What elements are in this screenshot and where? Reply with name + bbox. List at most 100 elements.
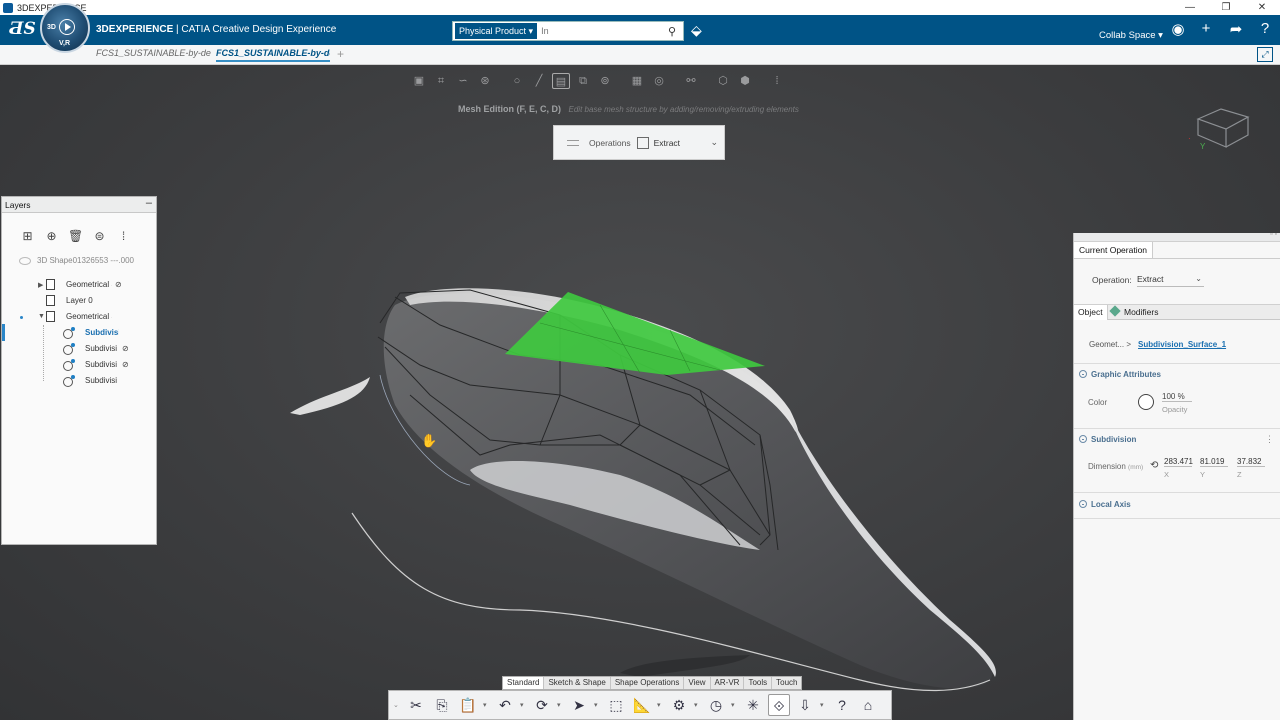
extrude-icon[interactable]: ⧉ bbox=[574, 73, 592, 89]
mesh-edition-icon[interactable]: ⟐ bbox=[768, 694, 790, 716]
analysis-dropdown-icon[interactable]: ▾ bbox=[694, 701, 701, 709]
subdivision-section[interactable]: Subdivision bbox=[1079, 435, 1136, 444]
layers-root[interactable]: 3D Shape01326553 ---.000 bbox=[19, 256, 134, 265]
tree-item-subdivision-4[interactable]: Subdivisi bbox=[63, 373, 119, 388]
collapse-icon[interactable] bbox=[1079, 435, 1087, 443]
dimension-x-input[interactable]: 283.471 bbox=[1164, 457, 1193, 467]
analysis-icon[interactable]: ⚙ bbox=[668, 694, 690, 716]
tab-object[interactable]: Object bbox=[1074, 305, 1108, 320]
tab-tools[interactable]: Tools bbox=[744, 677, 773, 689]
cube-icon[interactable]: ⬡ bbox=[714, 73, 732, 89]
operations-dropdown[interactable]: Extract bbox=[654, 138, 711, 148]
search-icon[interactable]: ⚲ bbox=[664, 25, 680, 38]
layers-tab[interactable]: Layers bbox=[5, 200, 31, 210]
search-input[interactable] bbox=[541, 26, 664, 36]
home-icon[interactable]: ⌂ bbox=[857, 694, 879, 716]
cut-icon[interactable]: ✂ bbox=[405, 694, 427, 716]
collapse-icon[interactable] bbox=[1079, 500, 1087, 508]
select-dropdown-icon[interactable]: ▾ bbox=[594, 701, 601, 709]
layer-filter-icon[interactable]: ⊜ bbox=[92, 229, 107, 244]
line-icon[interactable]: ╱ bbox=[530, 73, 548, 89]
tree-item-layer-0[interactable]: Layer 0 bbox=[38, 293, 93, 308]
tab-modifiers[interactable]: Modifiers bbox=[1107, 305, 1162, 320]
update-icon[interactable]: ⟳ bbox=[531, 694, 553, 716]
expand-arrow-icon[interactable]: ▶ bbox=[38, 281, 46, 289]
new-folder-icon[interactable]: ⊕ bbox=[44, 229, 59, 244]
compass-play-icon[interactable] bbox=[59, 19, 75, 35]
tab-ar-vr[interactable]: AR-VR bbox=[711, 677, 745, 689]
grid-icon[interactable]: ▦ bbox=[628, 73, 646, 89]
measure-icon[interactable]: 📐 bbox=[631, 694, 653, 716]
curve-icon[interactable]: ∽ bbox=[454, 73, 472, 89]
chevron-down-icon[interactable]: ⌄ bbox=[710, 137, 718, 148]
collapse-icon[interactable] bbox=[1079, 370, 1087, 378]
select-icon[interactable]: ➤ bbox=[568, 694, 590, 716]
face-select-icon[interactable]: ▣ bbox=[410, 73, 428, 89]
help-icon[interactable]: ? bbox=[1255, 20, 1275, 37]
tree-item-subdivision-3[interactable]: Subdivisi ⊘ bbox=[63, 357, 129, 372]
tab-touch[interactable]: Touch bbox=[772, 677, 801, 689]
more-icon[interactable]: ⁞ bbox=[116, 229, 131, 244]
breadcrumb-parent[interactable]: Geomet... > bbox=[1089, 340, 1131, 349]
breadcrumb-current[interactable]: Subdivision_Surface_1 bbox=[1138, 340, 1226, 349]
more-options-icon[interactable]: ⁞ bbox=[768, 73, 786, 89]
action-bar-toggle-icon[interactable]: ⌄ bbox=[393, 701, 401, 709]
graphic-attributes-section[interactable]: Graphic Attributes bbox=[1079, 370, 1161, 379]
tab-standard[interactable]: Standard bbox=[503, 677, 545, 689]
color-swatch[interactable] bbox=[1138, 394, 1154, 410]
collab-space-dropdown[interactable]: Collab Space ▾ bbox=[1099, 30, 1163, 41]
doc-tab-2[interactable]: FCS1_SUSTAINABLE-by-de bbox=[216, 48, 330, 62]
tag-icon[interactable]: ⬙ bbox=[691, 22, 702, 39]
link-ratio-icon[interactable]: ⟲ bbox=[1150, 460, 1158, 471]
clock-dropdown-icon[interactable]: ▾ bbox=[731, 701, 738, 709]
tab-shape-operations[interactable]: Shape Operations bbox=[611, 677, 685, 689]
current-operation-tab[interactable]: Current Operation bbox=[1074, 242, 1154, 258]
dimension-y-input[interactable]: 81.019 bbox=[1200, 457, 1228, 467]
hidden-eye-icon[interactable]: ⊘ bbox=[115, 280, 122, 289]
view-cube-icon[interactable]: Y · bbox=[1186, 91, 1256, 151]
clock-icon[interactable]: ◷ bbox=[705, 694, 727, 716]
share-icon[interactable]: ➦ bbox=[1226, 20, 1246, 38]
export-icon[interactable]: ⇩ bbox=[794, 694, 816, 716]
operation-dropdown[interactable]: Extract ⌄ bbox=[1137, 274, 1204, 287]
link-icon[interactable]: ⚯ bbox=[682, 73, 700, 89]
tree-item-geometrical-set-2[interactable]: ▼ Geometrical S bbox=[38, 309, 112, 324]
doc-tab-1[interactable]: FCS1_SUSTAINABLE-by-des bbox=[96, 48, 211, 58]
close-button[interactable]: ✕ bbox=[1244, 0, 1280, 15]
local-axis-section[interactable]: Local Axis bbox=[1079, 500, 1131, 509]
axis-icon[interactable]: ✳ bbox=[742, 694, 764, 716]
cube-wire-icon[interactable]: ⬢ bbox=[736, 73, 754, 89]
minimize-panel-icon[interactable]: – bbox=[146, 197, 152, 209]
tree-item-subdivision-1[interactable]: Subdivisi bbox=[63, 325, 119, 340]
edge-select-icon[interactable]: ⌗ bbox=[432, 73, 450, 89]
new-layer-icon[interactable]: ⊞ bbox=[20, 229, 35, 244]
undo-dropdown-icon[interactable]: ▾ bbox=[520, 701, 527, 709]
drag-handle-icon[interactable] bbox=[567, 139, 579, 146]
tree-item-subdivision-2[interactable]: Subdivisi ⊘ bbox=[63, 341, 129, 356]
vertex-icon[interactable]: ○ bbox=[508, 73, 526, 89]
compass-widget[interactable]: 3D V,R bbox=[40, 3, 90, 53]
tree-item-geometrical-set-1[interactable]: ▶ Geometrical S ⊘ bbox=[38, 277, 122, 292]
extract-icon[interactable]: ▤ bbox=[552, 73, 570, 89]
visibility-icon[interactable]: ◎ bbox=[650, 73, 668, 89]
opacity-input[interactable]: 100 % bbox=[1162, 392, 1192, 402]
update-dropdown-icon[interactable]: ▾ bbox=[557, 701, 564, 709]
paste-icon[interactable]: 📋 bbox=[457, 694, 479, 716]
dimension-z-input[interactable]: 37.832 bbox=[1237, 457, 1265, 467]
export-dropdown-icon[interactable]: ▾ bbox=[820, 701, 827, 709]
restore-button[interactable]: ❐ bbox=[1208, 0, 1244, 15]
tab-sketch-shape[interactable]: Sketch & Shape bbox=[544, 677, 611, 689]
add-icon[interactable]: + bbox=[1196, 20, 1216, 37]
subdivide-icon[interactable]: ⊛ bbox=[476, 73, 494, 89]
hidden-eye-icon[interactable]: ⊘ bbox=[122, 360, 129, 369]
panel-controls-icon[interactable]: ▫ ▫ bbox=[1270, 231, 1277, 238]
measure-dropdown-icon[interactable]: ▾ bbox=[657, 701, 664, 709]
hidden-eye-icon[interactable]: ⊘ bbox=[122, 344, 129, 353]
delete-icon[interactable]: 🗑 bbox=[68, 229, 83, 244]
3d-box-icon[interactable]: ⬚ bbox=[605, 694, 627, 716]
new-tab-icon[interactable]: + bbox=[337, 47, 344, 61]
paste-dropdown-icon[interactable]: ▾ bbox=[483, 701, 490, 709]
loop-icon[interactable]: ⊚ bbox=[596, 73, 614, 89]
minimize-button[interactable]: — bbox=[1172, 0, 1208, 15]
search-scope-dropdown[interactable]: Physical Product ▾ bbox=[455, 23, 538, 39]
